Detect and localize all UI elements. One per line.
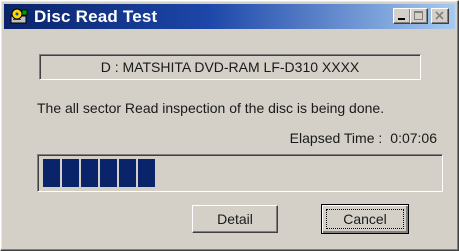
status-message: The all sector Read inspection of the di… xyxy=(37,100,385,116)
dialog-window: Disc Read Test D : MATSHITA DVD-RAM LF-D… xyxy=(0,0,459,251)
progress-bar xyxy=(37,154,443,192)
progress-block xyxy=(100,159,117,187)
minimize-icon xyxy=(398,18,405,20)
disc-drive-icon xyxy=(10,8,28,25)
title-bar[interactable]: Disc Read Test xyxy=(4,4,455,29)
progress-block xyxy=(43,159,60,187)
progress-block xyxy=(81,159,98,187)
elapsed-value: 0:07:06 xyxy=(390,130,437,146)
cancel-button[interactable]: Cancel xyxy=(321,204,409,234)
minimize-button[interactable] xyxy=(393,8,411,24)
close-icon xyxy=(435,11,444,20)
elapsed-time: Elapsed Time : 0:07:06 xyxy=(290,130,437,146)
progress-fill xyxy=(43,159,155,187)
drive-label: D : MATSHITA DVD-RAM LF-D310 XXXX xyxy=(39,54,421,80)
window-title: Disc Read Test xyxy=(34,7,158,26)
maximize-icon xyxy=(414,11,423,20)
elapsed-label: Elapsed Time : xyxy=(289,130,383,146)
close-button[interactable] xyxy=(431,8,449,24)
maximize-button[interactable] xyxy=(410,8,428,24)
progress-block xyxy=(119,159,136,187)
detail-button[interactable]: Detail xyxy=(192,205,278,233)
progress-block xyxy=(62,159,79,187)
progress-block xyxy=(138,159,155,187)
